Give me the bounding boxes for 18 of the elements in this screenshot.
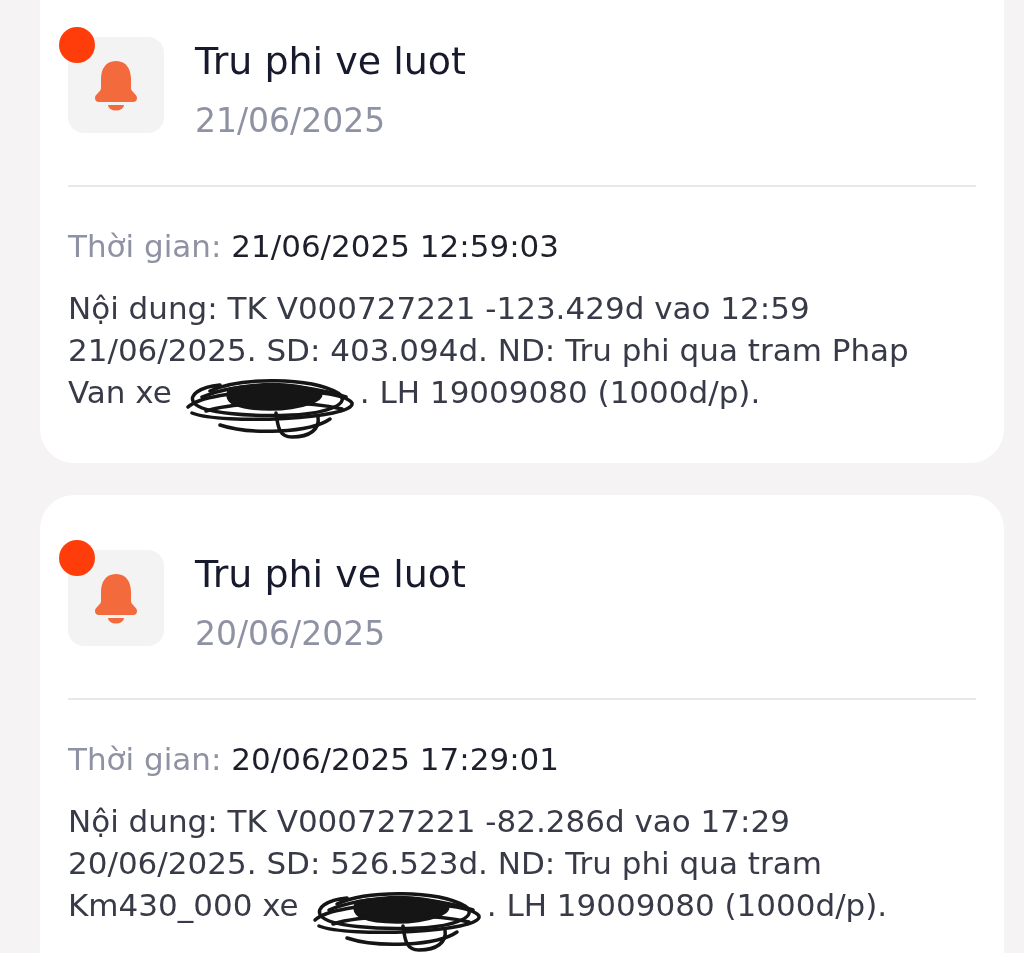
notification-title: Tru phi ve luot	[195, 38, 466, 85]
notification-content: Km430_000 xe	[68, 886, 299, 925]
time-value: 21/06/2025 12:59:03	[231, 228, 560, 264]
notification-date: 21/06/2025	[195, 101, 386, 141]
time-label: Thời gian:	[68, 741, 222, 777]
bell-icon	[68, 550, 164, 646]
notification-card[interactable]: Tru phi ve luot 21/06/2025 Thời gian: 21/06/2025 12:59:03 Nội dung: TK V000727221 -123.429d vao 12:59 21/06/2025. SD: 403.094d. ND: Tru phi qua tram Phap Van xe . LH 19009080 (1000d/p).	[40, 0, 1004, 463]
notification-content: . LH 19009080 (1000d/p).	[486, 886, 888, 925]
bell-icon	[68, 37, 164, 133]
notification-content: Nội dung: TK V000727221 -82.286d vao 17:29 20/06/2025. SD: 526.523d. ND: Tru phi qua tram	[68, 802, 823, 883]
time-label: Thời gian:	[68, 228, 222, 264]
notification-content: Nội dung: TK V000727221 -123.429d vao 12:59 21/06/2025. SD: 403.094d. ND: Tru phi qua tram Phap	[68, 289, 910, 370]
notification-date: 20/06/2025	[195, 614, 386, 654]
notification-card[interactable]: Tru phi ve luot 20/06/2025 Thời gian: 20/06/2025 17:29:01 Nội dung: TK V000727221 -82.286d vao 17:29 20/06/2025. SD: 526.523d. ND: Tru phi qua tram Km430_000 xe . LH 19009080 (1000d/p).	[40, 495, 1004, 953]
notification-content: . LH 19009080 (1000d/p).	[359, 373, 761, 412]
time-value: 20/06/2025 17:29:01	[231, 741, 560, 777]
notification-title: Tru phi ve luot	[195, 551, 466, 598]
notification-content: Van xe	[68, 373, 172, 412]
